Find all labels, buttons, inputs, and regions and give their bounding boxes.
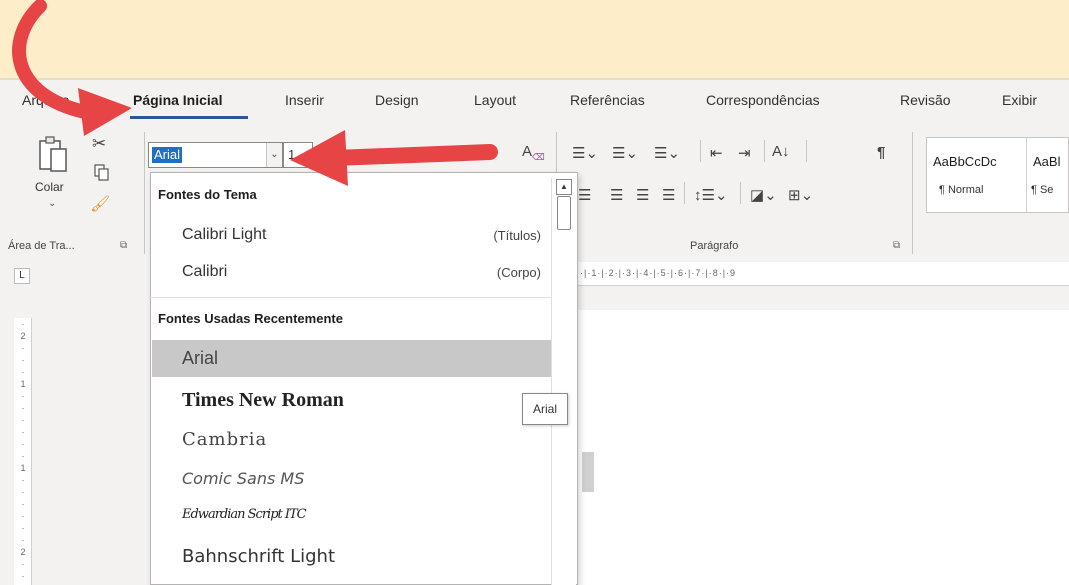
tab-selector-icon[interactable]: L <box>14 268 30 284</box>
line-spacing-icon[interactable]: ↕☰⌄ <box>694 186 728 204</box>
bullets-icon[interactable]: ☰⌄ <box>572 144 598 162</box>
font-option-label: Cambria <box>182 429 268 450</box>
divider <box>700 140 701 162</box>
font-name-value[interactable]: Arial <box>152 147 183 163</box>
style-name: ¶ Normal <box>939 184 984 196</box>
tab-insert[interactable]: Inserir <box>285 92 324 108</box>
tab-references[interactable]: Referências <box>570 92 645 108</box>
font-option-cambria[interactable]: Cambria <box>152 421 551 458</box>
copy-icon[interactable] <box>94 164 110 182</box>
format-painter-icon[interactable]: 🖌 <box>90 194 110 214</box>
font-option-label: Calibri Light <box>182 226 267 243</box>
font-option-edwardian-script[interactable]: Edwardian Script ITC <box>152 499 551 536</box>
font-size-combo[interactable]: 1 <box>283 142 313 168</box>
style-sample: AaBl <box>1033 154 1061 169</box>
scroll-up-icon[interactable]: ▲ <box>556 179 572 195</box>
font-option-arial[interactable]: Arial <box>152 340 551 377</box>
paste-icon[interactable] <box>38 135 68 173</box>
banner-background <box>0 0 1069 78</box>
theme-fonts-header: Fontes do Tema <box>158 187 257 202</box>
style-normal[interactable]: AaBbCcDc ¶ Normal <box>927 138 1027 212</box>
font-tooltip: Arial <box>522 393 568 425</box>
increase-indent-icon[interactable]: ⇥ <box>738 144 751 162</box>
divider <box>806 140 807 162</box>
document-selection-mark <box>582 452 594 492</box>
align-left-icon[interactable]: ☰ <box>578 186 591 204</box>
paragraph-launcher-icon[interactable]: ⧉ <box>893 240 900 251</box>
styles-gallery: AaBbCcDc ¶ Normal AaBl ¶ Se <box>926 137 1069 213</box>
font-name-combo[interactable]: Arial ⌄ <box>148 142 283 168</box>
tab-view[interactable]: Exibir <box>1002 92 1037 108</box>
show-formatting-marks-icon[interactable]: ¶ <box>877 144 885 161</box>
sort-icon[interactable]: A↓ <box>772 143 790 160</box>
tab-home[interactable]: Página Inicial <box>133 92 222 108</box>
style-name: ¶ Se <box>1031 184 1054 196</box>
clipboard-launcher-icon[interactable]: ⧉ <box>120 240 127 251</box>
paste-label[interactable]: Colar <box>35 180 64 194</box>
decrease-indent-icon[interactable]: ⇤ <box>710 144 723 162</box>
style-sample: AaBbCcDc <box>933 154 997 169</box>
font-name-dropdown-icon[interactable]: ⌄ <box>266 143 282 167</box>
divider <box>764 140 765 162</box>
clear-formatting-icon[interactable]: A⌫ <box>522 143 545 163</box>
shading-icon[interactable]: ◪⌄ <box>750 186 777 204</box>
font-option-times-new-roman[interactable]: Times New Roman <box>152 381 551 418</box>
tab-design[interactable]: Design <box>375 92 419 108</box>
font-option-label: Edwardian Script ITC <box>182 507 307 522</box>
align-center-icon[interactable]: ☰ <box>610 186 623 204</box>
borders-icon[interactable]: ⊞⌄ <box>788 186 813 204</box>
font-dropdown-scrollbar[interactable] <box>551 178 576 585</box>
group-divider <box>144 132 145 254</box>
scissors-icon[interactable]: ✂ <box>92 134 106 154</box>
font-size-value[interactable]: 1 <box>288 147 295 162</box>
tab-mailings[interactable]: Correspondências <box>706 92 820 108</box>
scrollbar-thumb[interactable] <box>557 196 571 230</box>
ribbon-tabs: Arquivo Página Inicial Inserir Design La… <box>0 82 1069 116</box>
paste-dropdown-chevron-icon[interactable]: ⌄ <box>48 198 56 209</box>
recent-fonts-header: Fontes Usadas Recentemente <box>158 311 343 326</box>
style-second[interactable]: AaBl ¶ Se <box>1027 138 1069 212</box>
active-tab-indicator <box>130 116 248 119</box>
dropdown-divider <box>150 297 551 298</box>
clipboard-group-label: Área de Tra... <box>8 240 75 252</box>
group-divider <box>912 132 913 254</box>
multilevel-list-icon[interactable]: ☰⌄ <box>654 144 680 162</box>
font-option-note: (Títulos) <box>493 228 541 243</box>
font-color-chevron-icon[interactable]: ⌄ <box>480 144 493 162</box>
font-option-comic-sans[interactable]: Comic Sans MS <box>152 461 551 498</box>
font-option-label: Bahnschrift Light <box>182 546 335 567</box>
tab-review[interactable]: Revisão <box>900 92 951 108</box>
tab-layout[interactable]: Layout <box>474 92 516 108</box>
font-option-calibri[interactable]: Calibri (Corpo) <box>152 255 551 292</box>
divider <box>684 182 685 204</box>
font-option-label: Arial <box>182 348 219 368</box>
font-option-label: Times New Roman <box>182 389 344 411</box>
font-option-label: Comic Sans MS <box>182 469 305 488</box>
numbering-icon[interactable]: ☰⌄ <box>612 144 638 162</box>
font-option-note: (Corpo) <box>496 265 541 280</box>
tab-file[interactable]: Arquivo <box>22 92 69 108</box>
horizontal-ruler[interactable]: ·|·1·|·2·|·3·|·4·|·5·|·6·|·7·|·8·|·9 <box>576 262 1069 286</box>
divider <box>740 182 741 204</box>
paragraph-group-label: Parágrafo <box>690 240 739 252</box>
vertical-ruler-marks: · 2 · · · 1 · · · · · · 1 · · · · · · 2 · · <box>20 319 26 581</box>
justify-icon[interactable]: ☰ <box>662 186 675 204</box>
vertical-ruler[interactable]: · 2 · · · 1 · · · · · · 1 · · · · · · 2 · · <box>14 318 32 585</box>
font-option-bahnschrift-light[interactable]: Bahnschrift Light <box>152 538 551 575</box>
document-page[interactable] <box>576 310 1069 585</box>
font-option-calibri-light[interactable]: Calibri Light (Títulos) <box>152 218 551 255</box>
align-right-icon[interactable]: ☰ <box>636 186 649 204</box>
font-option-label: Calibri <box>182 263 228 280</box>
